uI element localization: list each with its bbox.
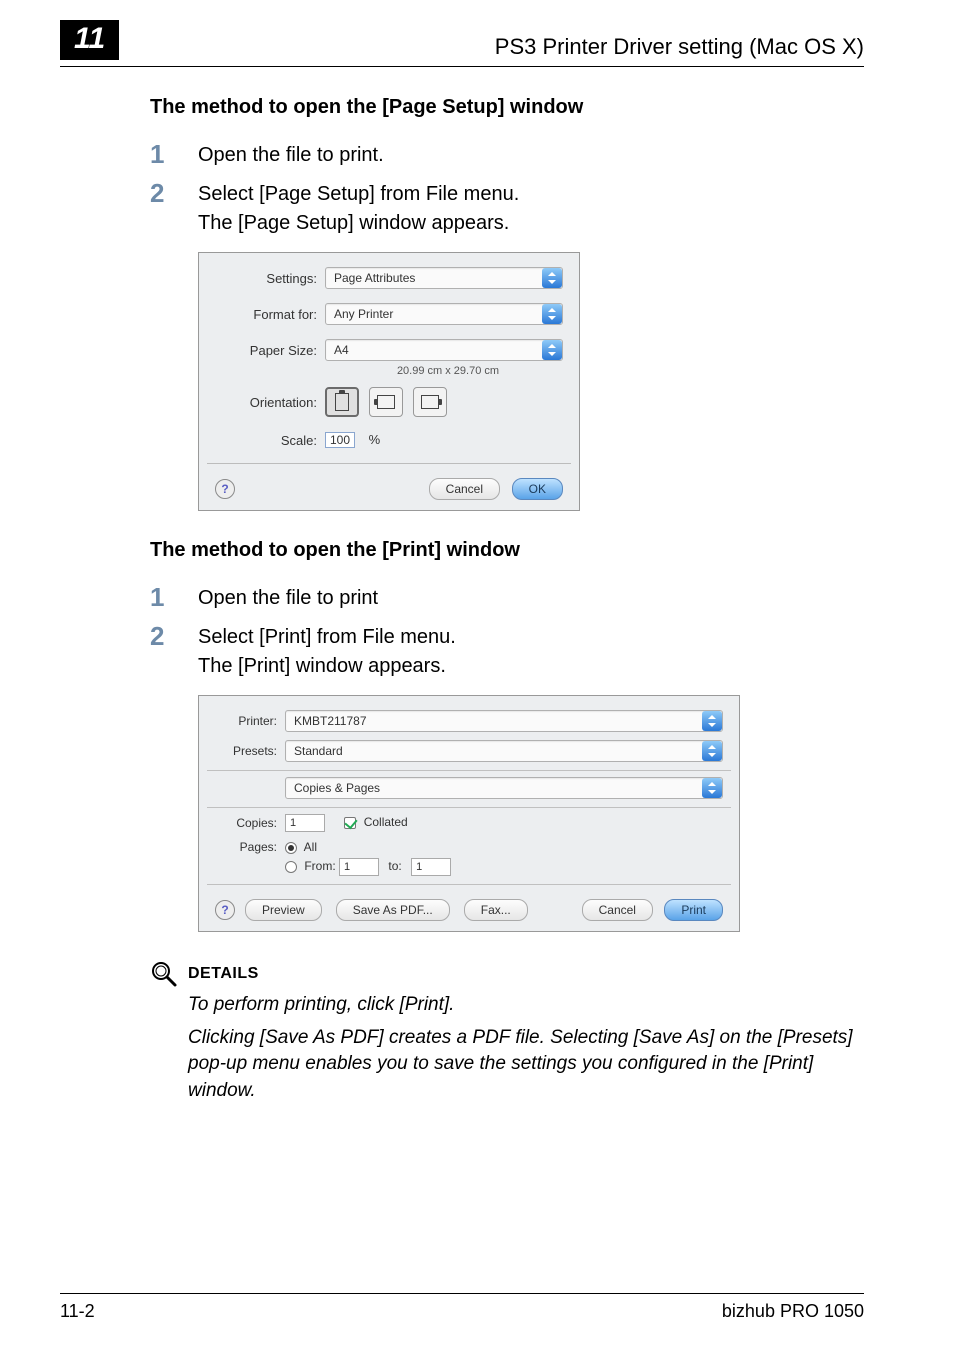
help-button[interactable]: ? — [215, 900, 235, 920]
landscape-rev-icon — [421, 395, 439, 409]
collated-label: Collated — [364, 815, 408, 829]
dialog-separator — [207, 884, 731, 885]
print-button[interactable]: Print — [664, 899, 723, 921]
pages-to-label: to: — [388, 859, 401, 873]
step-number-2: 2 — [150, 180, 198, 206]
chapter-number-tab: 11 — [60, 20, 119, 60]
step-number-1b: 1 — [150, 584, 198, 610]
format-for-label: Format for: — [215, 307, 325, 322]
printer-value: KMBT211787 — [285, 710, 723, 732]
scale-label: Scale: — [215, 433, 325, 448]
header-title: PS3 Printer Driver setting (Mac OS X) — [495, 34, 864, 60]
combo-arrow-icon — [702, 711, 722, 731]
settings-label: Settings: — [215, 271, 325, 286]
settings-combo[interactable]: Page Attributes — [325, 267, 563, 289]
save-as-pdf-button[interactable]: Save As PDF... — [336, 899, 450, 921]
orientation-landscape-rev-button[interactable] — [413, 387, 447, 417]
portrait-icon — [335, 393, 349, 411]
page-setup-dialog: Settings: Page Attributes Format for: An… — [199, 253, 579, 510]
ok-button[interactable]: OK — [512, 478, 563, 500]
section1-heading: The method to open the [Page Setup] wind… — [150, 96, 864, 119]
section2-heading: The method to open the [Print] window — [150, 539, 864, 562]
combo-arrow-icon — [542, 340, 562, 360]
paper-size-label: Paper Size: — [215, 343, 325, 358]
pages-from-label: From: — [304, 859, 335, 873]
fax-button[interactable]: Fax... — [464, 899, 528, 921]
dialog-separator — [207, 770, 731, 771]
footer-rule — [60, 1293, 864, 1294]
details-p1: To perform printing, click [Print]. — [188, 992, 864, 1019]
details-title: DETAILS — [188, 965, 259, 983]
section2-step2-line1: Select [Print] from File menu. — [198, 623, 456, 652]
presets-label: Presets: — [215, 744, 285, 758]
details-p2: Clicking [Save As PDF] creates a PDF fil… — [188, 1025, 864, 1105]
presets-value: Standard — [285, 740, 723, 762]
printer-combo[interactable]: KMBT211787 — [285, 710, 723, 732]
section2-step1-text: Open the file to print — [198, 584, 378, 613]
combo-arrow-icon — [702, 741, 722, 761]
step-number-2b: 2 — [150, 623, 198, 649]
format-for-value: Any Printer — [325, 303, 563, 325]
section1-step2-line2: The [Page Setup] window appears. — [198, 209, 519, 238]
combo-arrow-icon — [702, 778, 722, 798]
pane-value: Copies & Pages — [285, 777, 723, 799]
cancel-button[interactable]: Cancel — [582, 899, 653, 921]
dialog-separator — [207, 463, 571, 464]
scale-input[interactable]: 100 — [325, 432, 355, 448]
pages-from-input[interactable]: 1 — [339, 858, 379, 876]
pages-all-radio[interactable] — [285, 842, 297, 854]
collated-checkbox[interactable] — [344, 817, 356, 829]
copies-input[interactable]: 1 — [285, 814, 325, 832]
paper-size-combo[interactable]: A4 — [325, 339, 563, 361]
orientation-landscape-button[interactable] — [369, 387, 403, 417]
pages-label: Pages: — [215, 840, 285, 854]
pages-all-label: All — [304, 840, 317, 854]
paper-dimensions: 20.99 cm x 29.70 cm — [333, 365, 563, 377]
print-dialog: Printer: KMBT211787 Presets: Standard — [199, 696, 739, 931]
dialog-separator — [207, 807, 731, 808]
settings-value: Page Attributes — [325, 267, 563, 289]
presets-combo[interactable]: Standard — [285, 740, 723, 762]
combo-arrow-icon — [542, 268, 562, 288]
pane-combo[interactable]: Copies & Pages — [285, 777, 723, 799]
pages-to-input[interactable]: 1 — [411, 858, 451, 876]
header-rule — [60, 66, 864, 67]
paper-size-value: A4 — [325, 339, 563, 361]
footer-page-number: 11-2 — [60, 1301, 95, 1322]
copies-label: Copies: — [215, 816, 285, 830]
help-button[interactable]: ? — [215, 479, 235, 499]
section1-step1-text: Open the file to print. — [198, 141, 384, 170]
magnifier-icon — [150, 960, 178, 988]
landscape-icon — [377, 395, 395, 409]
section1-step2-line1: Select [Page Setup] from File menu. — [198, 180, 519, 209]
printer-label: Printer: — [215, 714, 285, 728]
step-number-1: 1 — [150, 141, 198, 167]
preview-button[interactable]: Preview — [245, 899, 322, 921]
format-for-combo[interactable]: Any Printer — [325, 303, 563, 325]
footer-product-name: bizhub PRO 1050 — [722, 1301, 864, 1322]
orientation-portrait-button[interactable] — [325, 387, 359, 417]
scale-percent: % — [369, 432, 381, 447]
pages-from-radio[interactable] — [285, 861, 297, 873]
orientation-label: Orientation: — [215, 395, 325, 410]
cancel-button[interactable]: Cancel — [429, 478, 500, 500]
section2-step2-line2: The [Print] window appears. — [198, 652, 456, 681]
combo-arrow-icon — [542, 304, 562, 324]
